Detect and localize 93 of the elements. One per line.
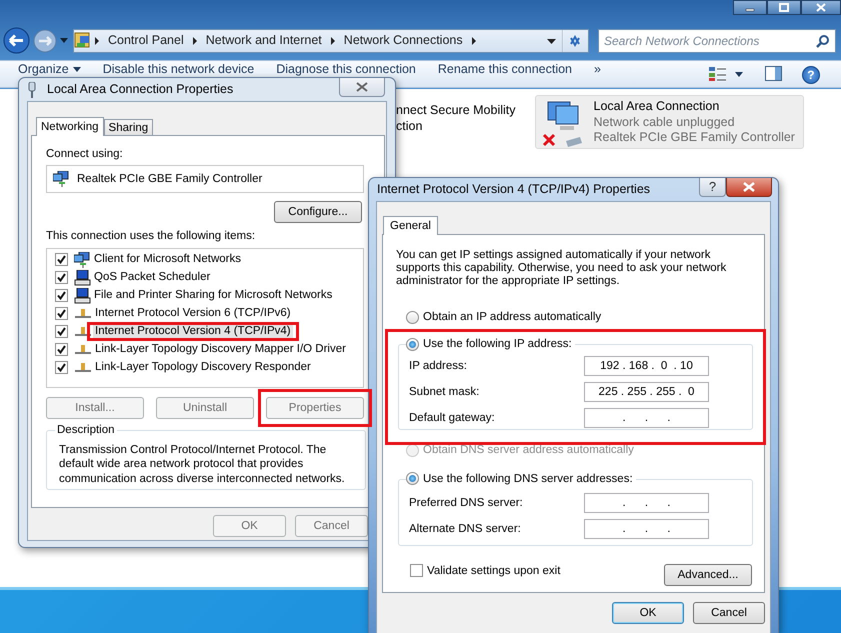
connection-detail: Network cable unplugged bbox=[594, 114, 736, 130]
field-label: Subnet mask: bbox=[409, 385, 480, 400]
toolbar-button[interactable]: Diagnose this connection bbox=[276, 62, 416, 78]
tab[interactable]: Networking bbox=[36, 117, 104, 136]
section-label: Connect using: bbox=[46, 147, 124, 162]
view-icon[interactable] bbox=[708, 66, 727, 82]
search-field[interactable]: Search Network Connections bbox=[598, 28, 836, 52]
checkbox[interactable] bbox=[55, 307, 68, 320]
dialog-button[interactable]: OK bbox=[612, 602, 684, 624]
checkbox-label: Validate settings upon exit bbox=[427, 564, 560, 578]
breadcrumb-item[interactable]: Network Connections bbox=[338, 32, 469, 48]
list-item[interactable]: Internet Protocol Version 6 (TCP/IPv6) bbox=[93, 307, 293, 320]
network-plug-icon bbox=[27, 82, 37, 98]
protocol-icon bbox=[75, 327, 91, 336]
connection-item[interactable]: Local Area Connection Network cable unplugged Realtek PCIe GBE Family Controller bbox=[534, 95, 804, 149]
protocol-icon bbox=[75, 363, 91, 372]
field-label: Alternate DNS server: bbox=[409, 522, 521, 536]
back-button[interactable] bbox=[3, 27, 30, 54]
minimize-button[interactable] bbox=[733, 0, 767, 15]
close-button[interactable] bbox=[339, 78, 385, 97]
description-text: Transmission Control Protocol/Internet Protocol. The default wide area network protocol that provides communication across diverse interconnected networks. bbox=[59, 442, 346, 486]
tab[interactable]: Sharing bbox=[104, 119, 154, 135]
caret-icon[interactable] bbox=[734, 72, 743, 77]
list-item[interactable]: Internet Protocol Version 4 (TCP/IPv4) bbox=[93, 325, 293, 338]
checkbox[interactable] bbox=[55, 343, 68, 356]
maximize-icon bbox=[779, 3, 789, 12]
breadcrumb-item[interactable]: Control Panel bbox=[102, 32, 190, 48]
option-label: Obtain an IP address automatically bbox=[423, 310, 602, 324]
list-item[interactable]: Link-Layer Topology Discovery Responder bbox=[93, 361, 313, 374]
protocol-icon bbox=[75, 309, 91, 318]
checkbox[interactable] bbox=[55, 325, 68, 338]
forward-button[interactable] bbox=[33, 28, 57, 52]
chevron-icon bbox=[92, 36, 102, 44]
connection-detail: nnect Secure Mobility bbox=[396, 103, 516, 119]
radio-button[interactable] bbox=[406, 310, 419, 324]
close-icon bbox=[743, 182, 755, 192]
dialog-title: Internet Protocol Version 4 (TCP/IPv4) Properties bbox=[377, 182, 650, 198]
toolbar-button[interactable]: » bbox=[594, 62, 601, 78]
ip-field[interactable]: . . . bbox=[584, 492, 709, 513]
dialog-button[interactable]: Cancel bbox=[693, 602, 765, 624]
protocol-icon bbox=[75, 345, 91, 354]
service-icon bbox=[74, 270, 91, 286]
ip-field[interactable]: 225 . 255 . 255 . 0 bbox=[584, 382, 709, 402]
toolbar-button[interactable]: Organize bbox=[18, 62, 81, 78]
checkbox[interactable] bbox=[55, 361, 68, 374]
connection-detail: Realtek PCIe GBE Family Controller bbox=[594, 130, 795, 146]
configure-button[interactable]: Configure... bbox=[274, 201, 362, 224]
group-label: Description bbox=[55, 422, 117, 438]
toolbar-button[interactable]: Rename this connection bbox=[438, 62, 572, 78]
checkbox[interactable] bbox=[55, 271, 68, 284]
breadcrumb-item[interactable]: Network and Internet bbox=[200, 32, 328, 48]
advanced-button[interactable]: Advanced... bbox=[664, 564, 752, 586]
list-item[interactable]: QoS Packet Scheduler bbox=[92, 271, 212, 284]
connection-name: Local Area Connection bbox=[594, 99, 720, 115]
close-button[interactable] bbox=[726, 178, 772, 197]
close-icon bbox=[356, 82, 368, 92]
option-label: Use the following DNS server addresses: bbox=[423, 472, 633, 486]
help-button[interactable]: ? bbox=[699, 178, 726, 197]
preview-pane-icon[interactable] bbox=[764, 66, 782, 81]
close-icon bbox=[816, 3, 826, 12]
search-icon bbox=[816, 34, 830, 48]
field-label: Default gateway: bbox=[409, 411, 495, 426]
ip-field[interactable]: . . . bbox=[584, 408, 709, 428]
adapter-name: Realtek PCIe GBE Family Controller bbox=[77, 172, 262, 187]
checkbox[interactable] bbox=[55, 253, 68, 266]
address-bar[interactable]: Control Panel Network and Internet Network Connections bbox=[73, 28, 589, 52]
list-item[interactable]: File and Printer Sharing for Microsoft Networks bbox=[92, 289, 334, 302]
dialog-title: Local Area Connection Properties bbox=[47, 82, 234, 98]
connection-text[interactable]: nnect Secure Mobility ction bbox=[395, 95, 517, 149]
ip-field[interactable]: . . . bbox=[584, 518, 709, 539]
caret-icon bbox=[72, 67, 81, 72]
tab[interactable]: General bbox=[383, 216, 438, 235]
field-label: IP address: bbox=[409, 359, 467, 374]
radio-button[interactable] bbox=[406, 338, 419, 352]
close-button[interactable] bbox=[801, 0, 841, 15]
toolbar-button[interactable]: Disable this network device bbox=[102, 62, 254, 78]
list-item[interactable]: Link-Layer Topology Discovery Mapper I/O Driver bbox=[93, 343, 348, 356]
section-label: This connection uses the following items: bbox=[46, 229, 256, 244]
list-item[interactable]: Client for Microsoft Networks bbox=[92, 253, 243, 266]
maximize-button[interactable] bbox=[767, 0, 801, 15]
ip-field[interactable]: 192 . 168 . 0 . 10 bbox=[584, 356, 709, 376]
checkbox[interactable] bbox=[55, 289, 68, 302]
service-icon bbox=[74, 288, 91, 304]
intro-text: You can get IP settings assigned automatically if your network supports this capability. Otherwise, you need to ask your network administrator for the appropriate IP settings. bbox=[396, 249, 728, 288]
network-folder-icon bbox=[74, 32, 92, 50]
client-icon bbox=[74, 252, 91, 268]
option-label: Use the following IP address: bbox=[423, 337, 572, 352]
connection-detail: ction bbox=[396, 118, 424, 134]
option-label: Obtain DNS server address automatically bbox=[423, 443, 634, 458]
radio-button[interactable] bbox=[406, 472, 419, 486]
network-adapter-icon bbox=[53, 171, 69, 188]
field-label: Preferred DNS server: bbox=[409, 496, 523, 510]
checkbox[interactable] bbox=[410, 564, 423, 577]
